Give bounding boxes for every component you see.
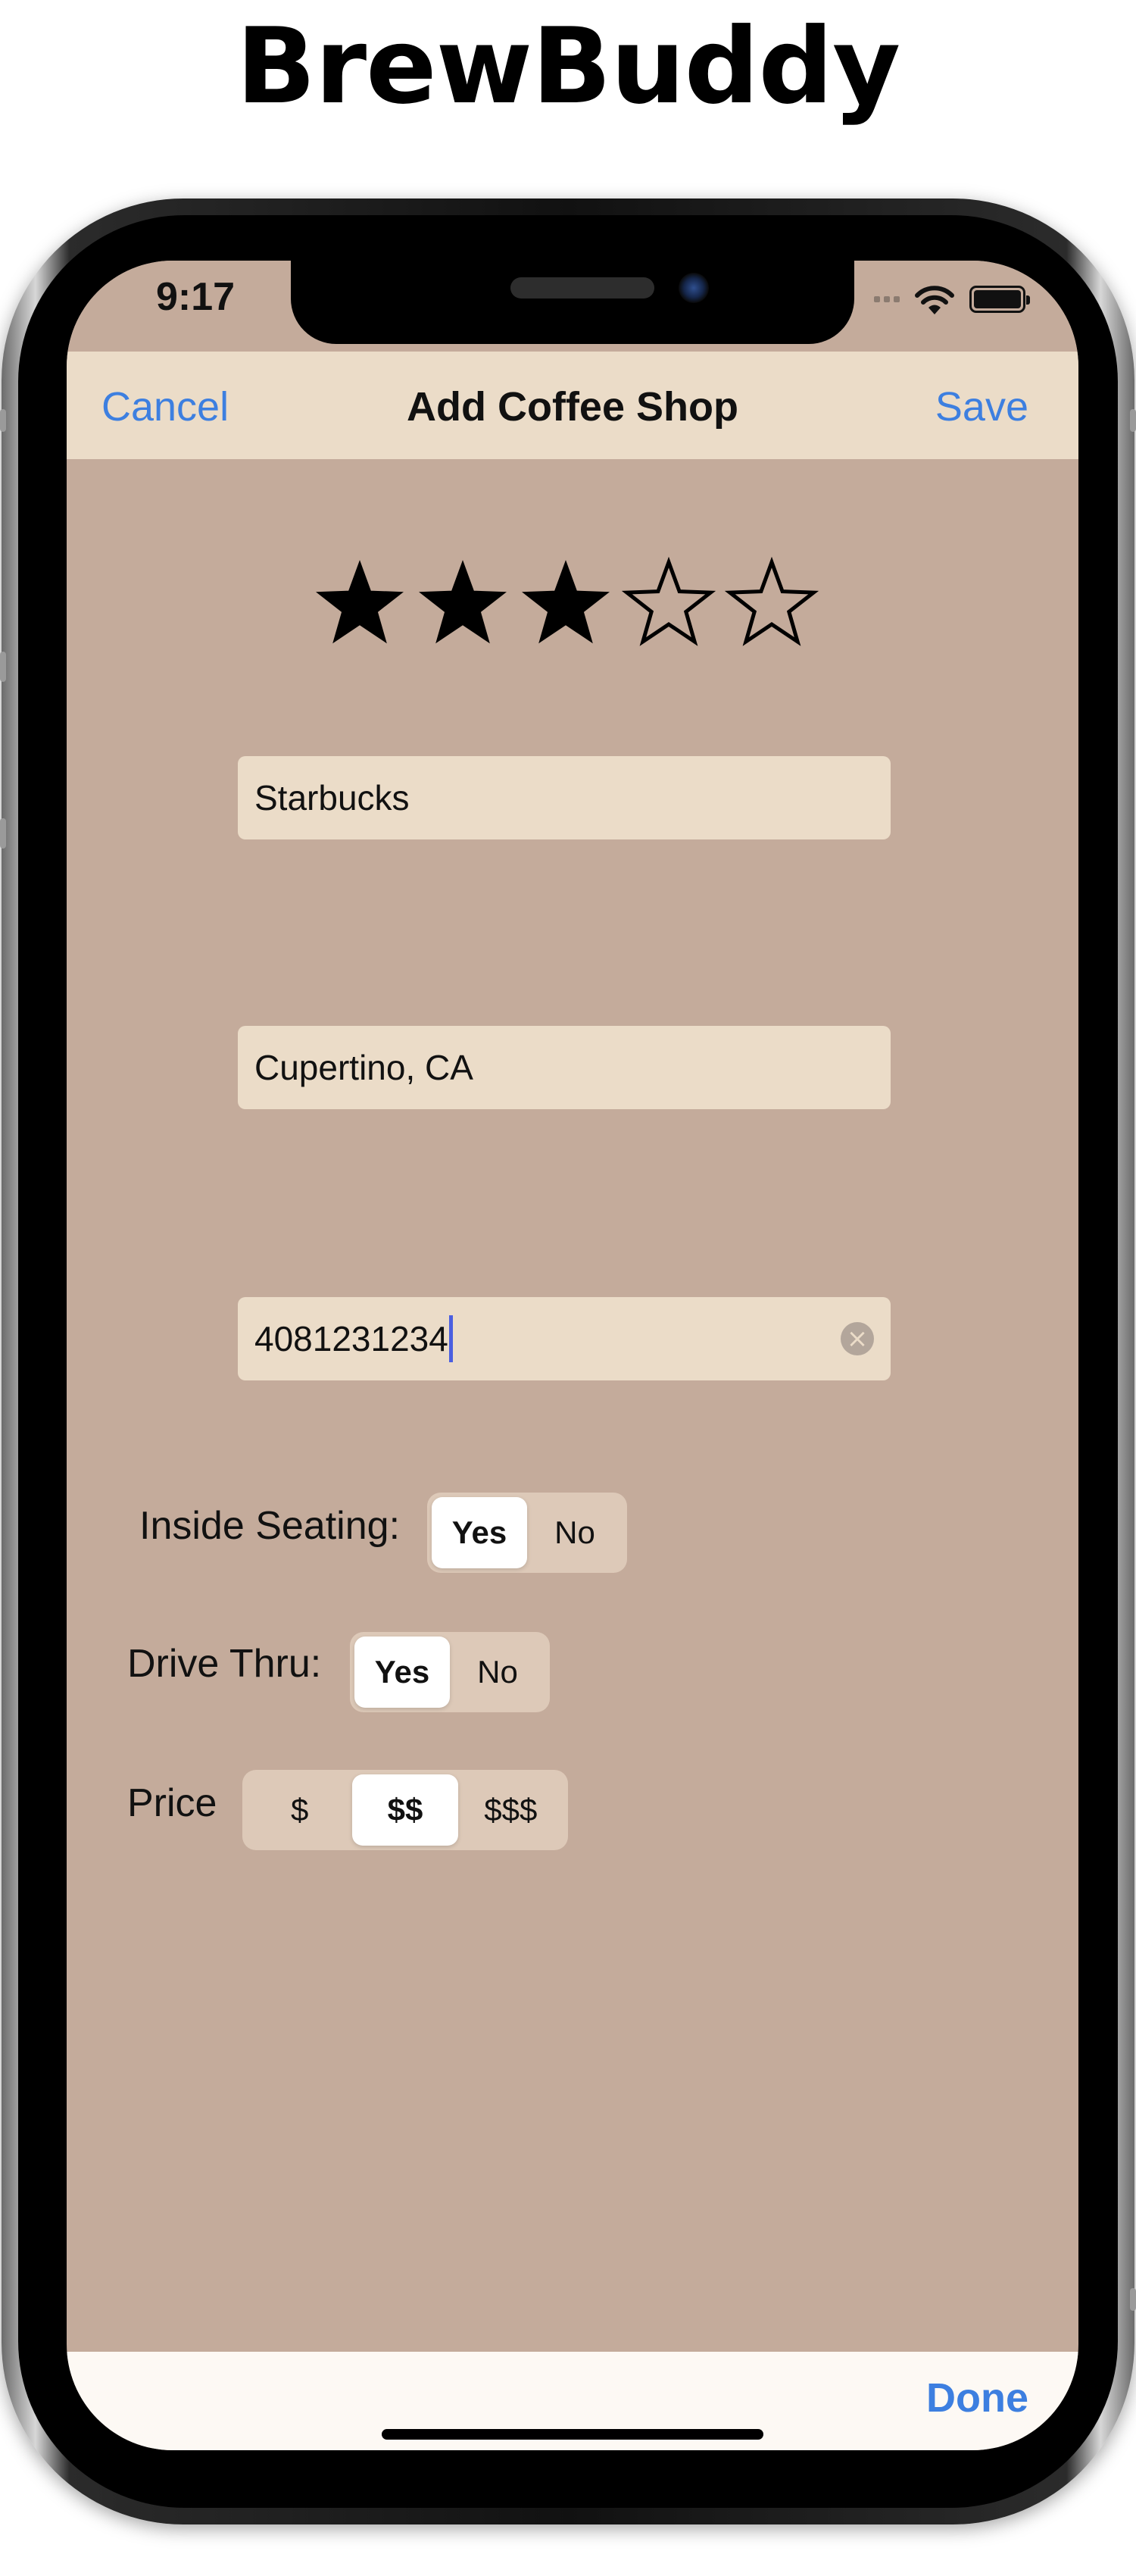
status-icons <box>874 280 1030 318</box>
location-field[interactable]: Cupertino, CA <box>238 1026 891 1109</box>
price-label: Price <box>127 1781 217 1825</box>
done-button[interactable]: Done <box>926 2374 1028 2421</box>
phone-side-button <box>0 409 6 432</box>
price-control: $ $$ $$$ <box>242 1770 568 1850</box>
notch <box>291 261 854 344</box>
inside-seating-no[interactable]: No <box>527 1497 623 1568</box>
clear-text-icon[interactable]: × <box>841 1322 874 1355</box>
phone-side-button <box>1130 2288 1136 2311</box>
inside-seating-yes[interactable]: Yes <box>432 1497 527 1568</box>
phone-screen: 9:17 Cancel Add Coffee Shop Save Starbuc… <box>67 261 1078 2450</box>
location-field-value: Cupertino, CA <box>254 1048 473 1087</box>
star-filled-icon[interactable] <box>415 556 510 652</box>
star-rating <box>312 556 819 652</box>
home-indicator[interactable] <box>382 2429 763 2440</box>
drive-thru-no[interactable]: No <box>450 1637 545 1708</box>
price-one[interactable]: $ <box>247 1774 352 1846</box>
price-three[interactable]: $$$ <box>458 1774 563 1846</box>
wifi-icon <box>915 286 954 314</box>
phone-field[interactable]: 4081231234 × <box>238 1297 891 1380</box>
app-title: BrewBuddy <box>236 5 900 127</box>
phone-field-value: 4081231234 <box>254 1319 448 1358</box>
star-empty-icon[interactable] <box>621 556 716 652</box>
star-filled-icon[interactable] <box>518 556 613 652</box>
cellular-signal-icon <box>874 296 900 302</box>
star-empty-icon[interactable] <box>724 556 819 652</box>
status-bar: 9:17 <box>67 261 1078 352</box>
save-button[interactable]: Save <box>935 383 1028 430</box>
status-time: 9:17 <box>156 275 236 319</box>
inside-seating-control: Yes No <box>427 1493 627 1573</box>
drive-thru-control: Yes No <box>350 1632 550 1712</box>
battery-icon <box>969 286 1030 313</box>
star-filled-icon[interactable] <box>312 556 407 652</box>
drive-thru-yes[interactable]: Yes <box>354 1637 450 1708</box>
name-field[interactable]: Starbucks <box>238 756 891 839</box>
phone-side-button <box>0 652 6 682</box>
phone-side-button <box>1130 409 1136 432</box>
drive-thru-label: Drive Thru: <box>127 1642 322 1686</box>
front-camera <box>679 273 709 303</box>
phone-side-button <box>0 818 6 849</box>
price-two[interactable]: $$ <box>352 1774 458 1846</box>
page-title: Add Coffee Shop <box>407 384 738 430</box>
navigation-bar: Cancel Add Coffee Shop Save <box>67 352 1078 459</box>
speaker <box>510 277 654 299</box>
text-cursor <box>448 1315 453 1362</box>
inside-seating-label: Inside Seating: <box>139 1504 401 1548</box>
name-field-value: Starbucks <box>254 778 410 818</box>
